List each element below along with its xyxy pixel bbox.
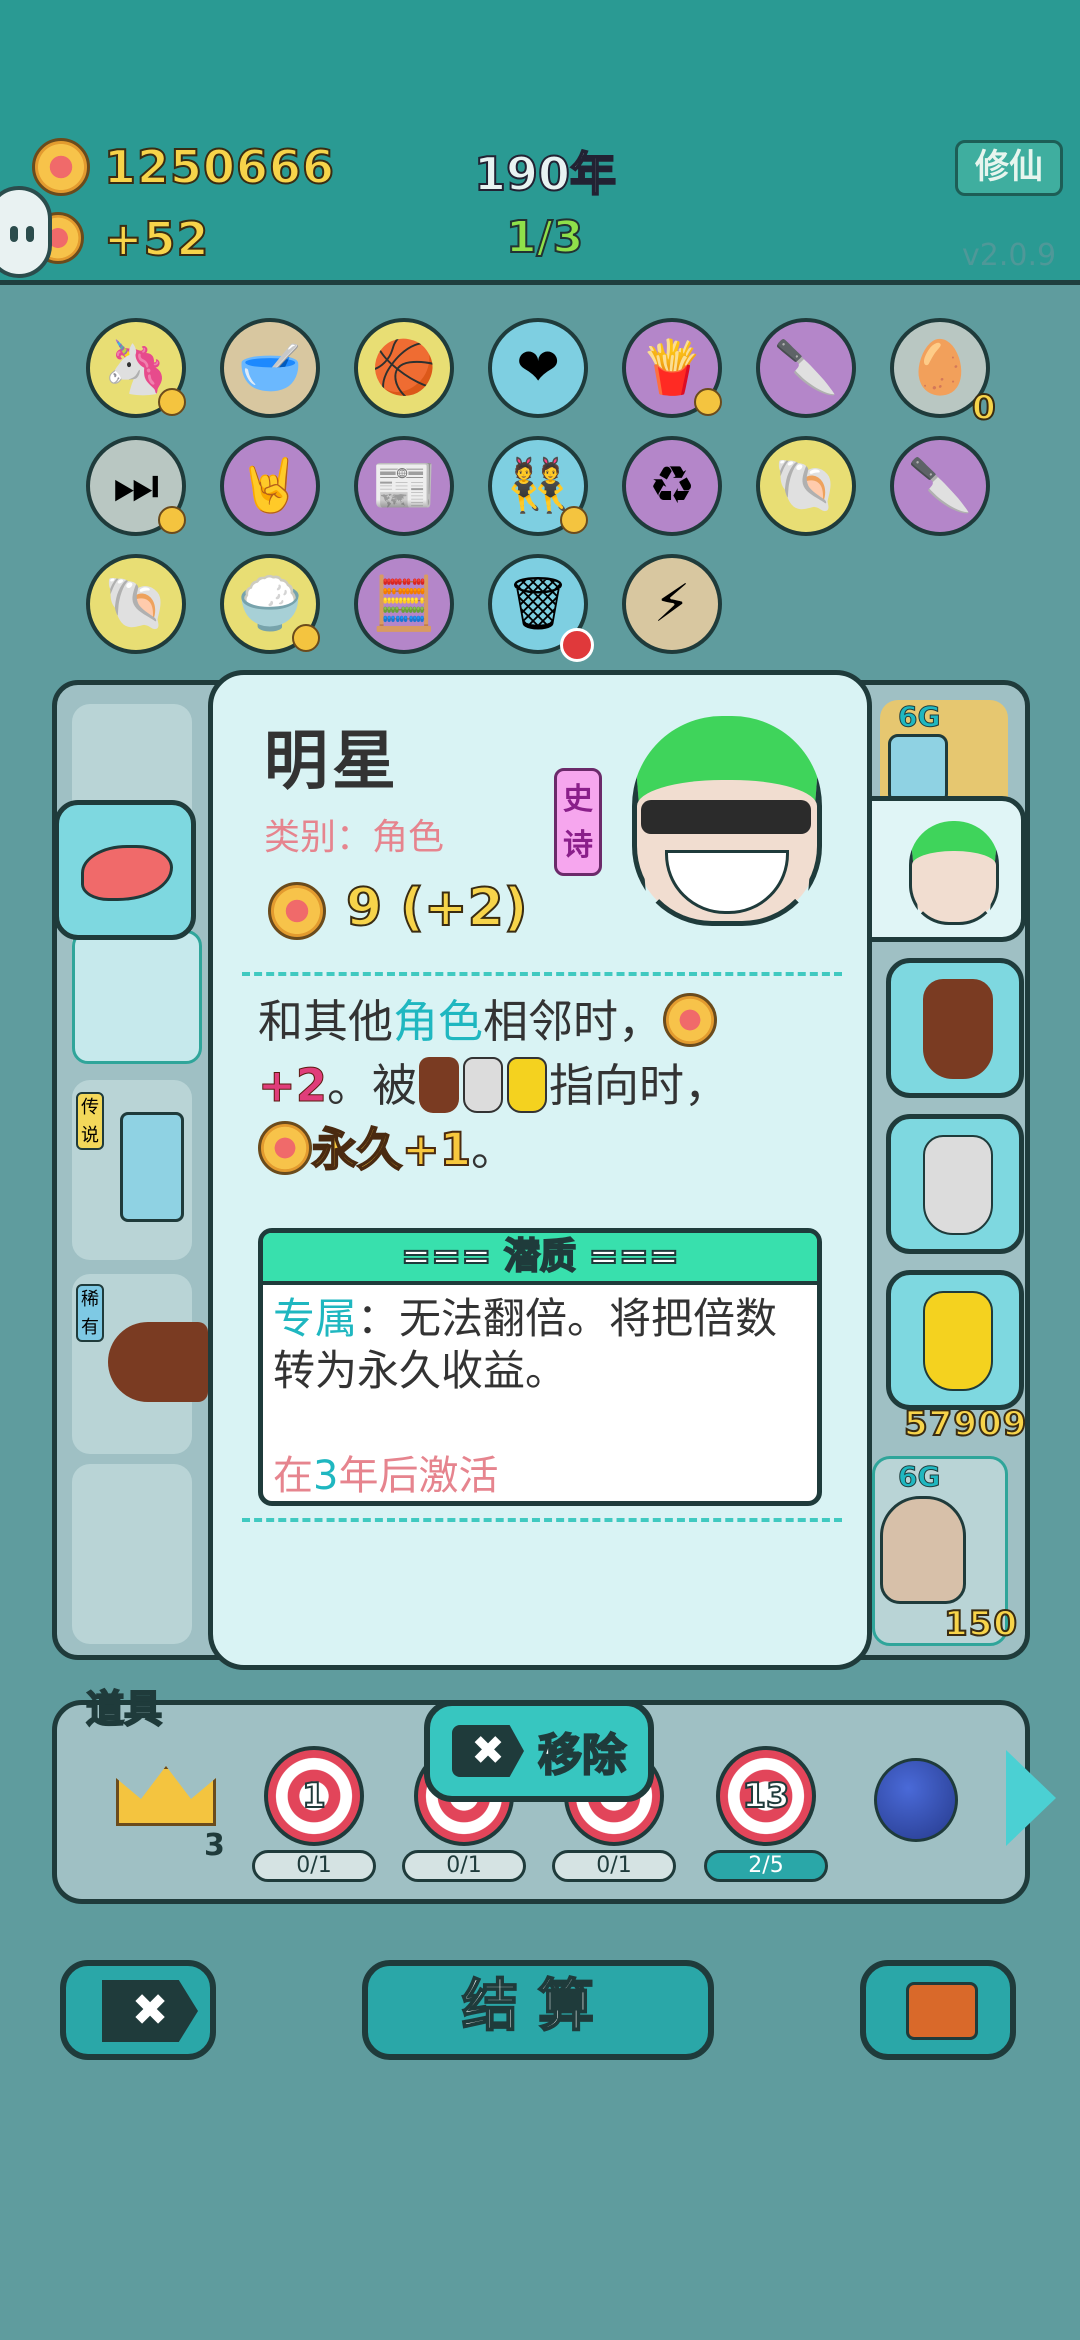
potential-title: === 潜质 ===: [263, 1233, 817, 1285]
lightning-icon[interactable]: ⚡: [622, 554, 722, 654]
skip-icon[interactable]: ⏭: [86, 436, 186, 536]
fridge-icon: [120, 1112, 184, 1222]
target-item[interactable]: 1: [264, 1746, 364, 1846]
coin-icon: [258, 1121, 312, 1175]
briefcase-icon: [906, 1982, 978, 2040]
dark-hand-icon: [419, 1057, 460, 1113]
tag-6g: 6G: [897, 700, 941, 734]
card-coin-icon: [268, 882, 326, 940]
remove-button[interactable]: ✖ 移除: [424, 1700, 654, 1802]
yellow-hand-icon: [923, 1291, 993, 1391]
target-item[interactable]: 13: [716, 1746, 816, 1846]
close-icon: ✖: [102, 1980, 198, 2042]
unicorn-icon[interactable]: 🦄: [86, 318, 186, 418]
potential-box: === 潜质 === 专属：无法翻倍。将把倍数转为永久收益。 在3年后激活: [258, 1228, 822, 1506]
celebrity-head-tile[interactable]: [858, 796, 1026, 942]
potential-text: 专属：无法翻倍。将把倍数转为永久收益。: [273, 1293, 813, 1397]
activation-text: 在3年后激活: [273, 1453, 499, 1499]
old-man-icon: [880, 1496, 966, 1604]
round-progress: 1/3: [505, 211, 584, 264]
shell-icon[interactable]: 🐚: [756, 436, 856, 536]
cleaver-icon-2[interactable]: 🔪: [890, 436, 990, 536]
white-hand-icon: [463, 1057, 504, 1113]
tag-6g-2: 6G: [897, 1460, 941, 1494]
phone-icon: [888, 734, 948, 804]
pointing-hand-icon: [108, 1322, 208, 1402]
card-value: 9 (+2): [345, 877, 529, 939]
items-label: 道具: [85, 1686, 163, 1732]
liver-tile[interactable]: [54, 800, 196, 940]
slot-score-1: 57909: [903, 1403, 1028, 1445]
shell-icon-2[interactable]: 🐚: [86, 554, 186, 654]
desc-bonus: +2: [257, 1059, 328, 1113]
briefcase-button[interactable]: [860, 1960, 1016, 2060]
settle-button[interactable]: 结算: [362, 1960, 714, 2060]
cancel-button[interactable]: ✖: [60, 1960, 216, 2060]
arrow-right-icon[interactable]: [1006, 1750, 1056, 1846]
rice-bowl-icon[interactable]: 🍚: [220, 554, 320, 654]
time-magazine-icon[interactable]: 📰: [354, 436, 454, 536]
celebrity-portrait-icon: [632, 716, 822, 926]
cleaver-icon[interactable]: 🔪: [756, 318, 856, 418]
card-title: 明星: [264, 725, 400, 799]
desc-text: 相邻时，: [483, 995, 664, 1048]
desc-text: 指向时，: [549, 1059, 730, 1112]
target-progress: 0/1: [552, 1850, 676, 1882]
hand-tile-white[interactable]: [886, 1114, 1024, 1254]
math-genius-icon[interactable]: 🧮: [354, 554, 454, 654]
basketballs-icon[interactable]: 🏀: [354, 318, 454, 418]
card-category: 类别：角色: [264, 817, 445, 858]
pet-bowl-icon[interactable]: 🥣: [220, 318, 320, 418]
card-divider: [242, 1518, 842, 1522]
desc-text: 。: [471, 1123, 517, 1176]
slot-score-2: 150: [943, 1603, 1018, 1645]
coin-income: +52: [103, 211, 210, 267]
egg-counter: 0: [971, 387, 997, 429]
coin-total: 1250666: [103, 139, 336, 195]
target-progress: 0/1: [402, 1850, 526, 1882]
rarity-badge: 史诗: [554, 768, 602, 876]
desc-text: 。被: [327, 1059, 418, 1112]
twins-icon[interactable]: 👯: [488, 436, 588, 536]
dark-hand-icon: [923, 979, 993, 1079]
star-slot-tile[interactable]: [72, 930, 202, 1064]
hand-tile-dark[interactable]: [886, 958, 1024, 1098]
rock-hand-icon[interactable]: 🤘: [220, 436, 320, 536]
desc-role: 角色: [393, 995, 484, 1048]
fries-icon[interactable]: 🍟: [622, 318, 722, 418]
hand-tile-yellow[interactable]: [886, 1270, 1024, 1410]
remove-label: 移除: [537, 1729, 627, 1782]
potential-label: 专属: [273, 1294, 358, 1343]
recycle-icon[interactable]: ♻: [622, 436, 722, 536]
close-icon: ✖: [452, 1725, 524, 1777]
yellow-hand-icon: [507, 1057, 548, 1113]
celebrity-head-icon: [909, 821, 999, 925]
desc-permanent: 永久+1: [311, 1122, 472, 1177]
rarity-tag-legend: 传说: [76, 1092, 104, 1150]
settle-label: 结算: [461, 1973, 614, 2040]
coin-icon: [32, 138, 90, 196]
coin-icon: [663, 993, 718, 1047]
card-divider: [242, 972, 842, 976]
garbage-bag-icon[interactable]: 🗑: [488, 554, 594, 662]
blueberry-icon[interactable]: [874, 1758, 958, 1842]
liver-icon: [81, 845, 173, 901]
desc-text: 和其他: [258, 995, 394, 1048]
crown-count: 3: [204, 1828, 225, 1863]
rarity-tag-rare: 稀有: [76, 1284, 104, 1342]
card-description: 和其他角色相邻时， +2。被 指向时， 永久+1。: [257, 990, 838, 1182]
xiuxian-button[interactable]: 修仙: [955, 140, 1063, 196]
white-hand-icon: [923, 1135, 993, 1235]
version-label: v2.0.9: [962, 238, 1057, 273]
chat-bubble-icon[interactable]: [0, 186, 52, 278]
target-progress: 2/5: [704, 1850, 828, 1882]
year-counter: 190年: [473, 146, 617, 202]
slot-cell[interactable]: [72, 1464, 192, 1644]
heart-potion-icon[interactable]: ❤: [488, 318, 588, 418]
target-progress: 0/1: [252, 1850, 376, 1882]
